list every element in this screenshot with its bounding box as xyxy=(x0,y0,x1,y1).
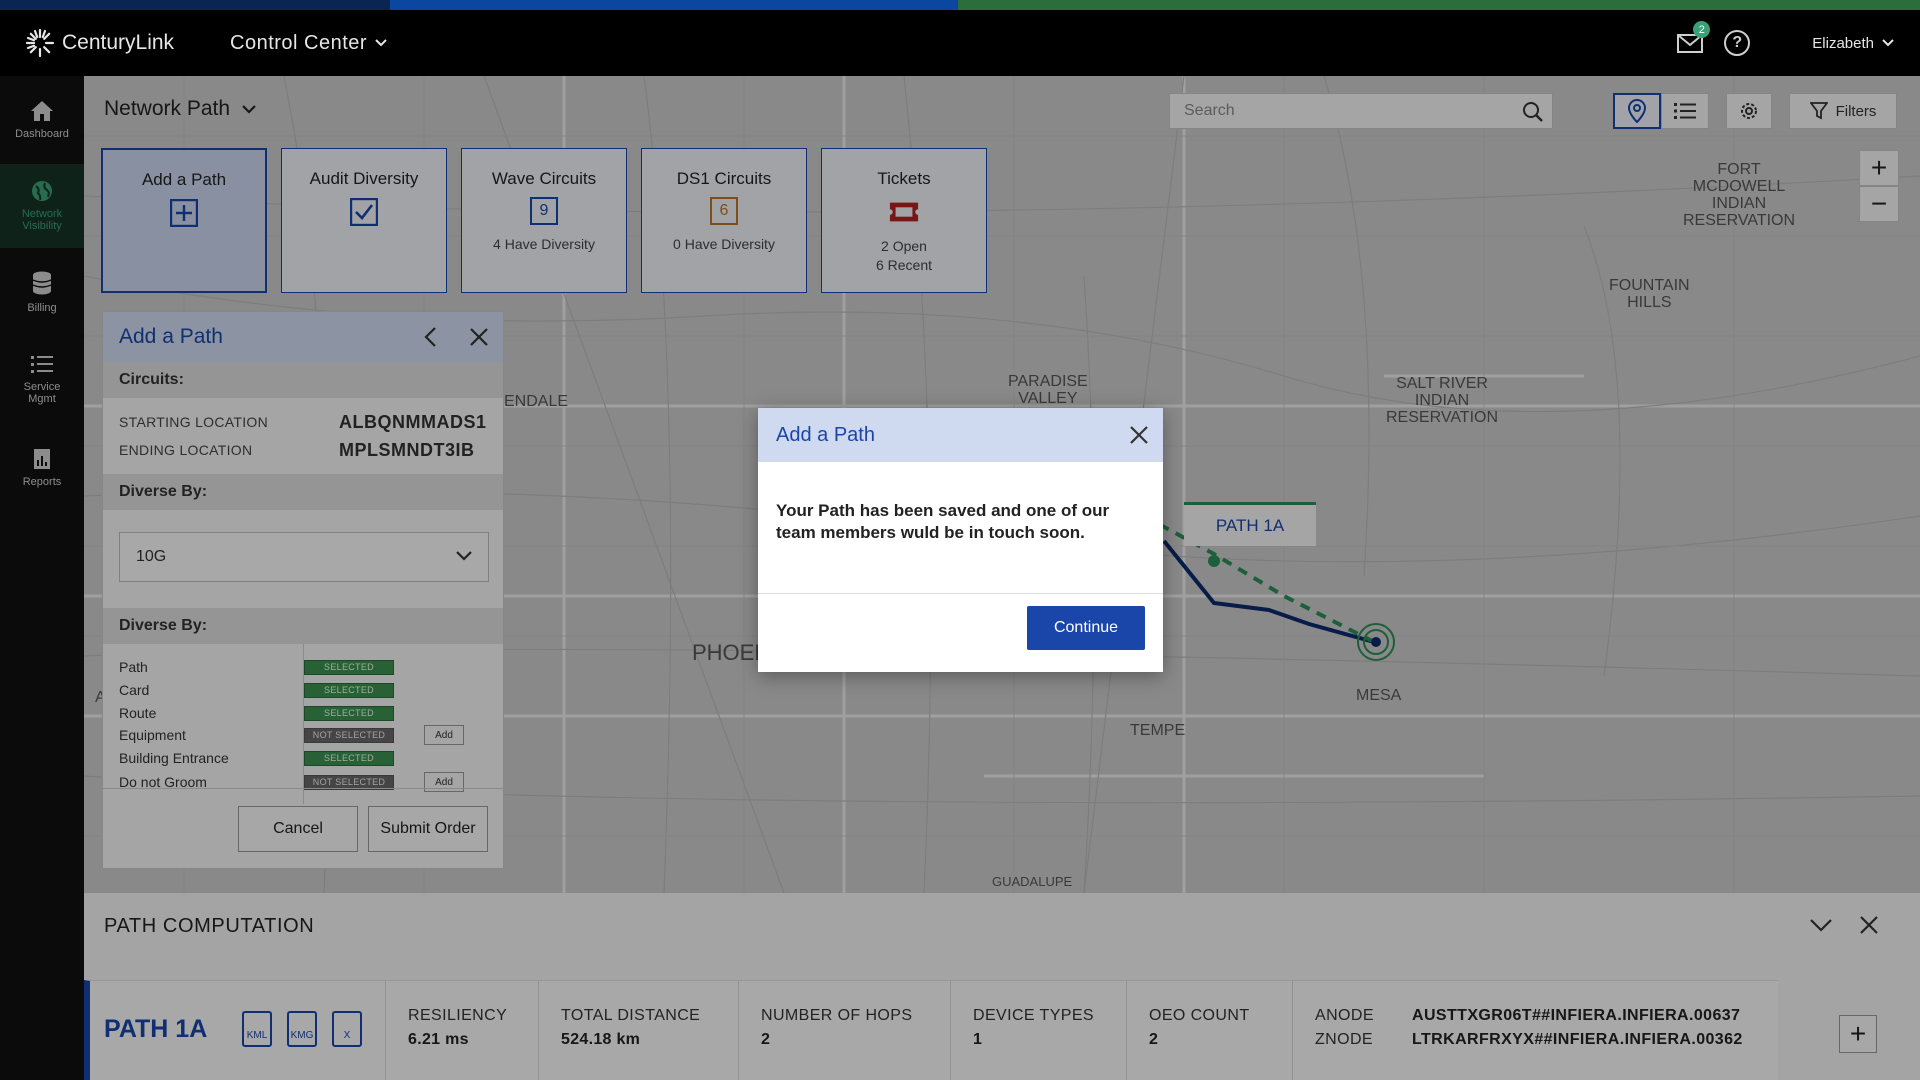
brand-name: CenturyLink xyxy=(62,31,175,54)
stripe-blue xyxy=(390,0,958,10)
chevron-down-icon xyxy=(1882,39,1894,47)
brand-logo[interactable]: CenturyLink xyxy=(24,27,206,59)
chevron-down-icon xyxy=(375,39,387,47)
top-header: CenturyLink Control Center 2 ? Elizabeth xyxy=(0,10,1920,76)
close-icon[interactable] xyxy=(1129,425,1149,445)
modal-header: Add a Path xyxy=(758,408,1163,462)
mail-button[interactable]: 2 xyxy=(1676,21,1711,57)
modal-message: Your Path has been saved and one of our … xyxy=(758,462,1163,594)
stripe-navy xyxy=(0,0,390,10)
mail-count-badge: 2 xyxy=(1693,21,1711,38)
continue-button[interactable]: Continue xyxy=(1027,606,1145,650)
user-menu[interactable]: Elizabeth xyxy=(1812,35,1894,52)
confirmation-modal: Add a Path Your Path has been saved and … xyxy=(758,408,1163,672)
modal-title: Add a Path xyxy=(776,423,875,446)
user-name: Elizabeth xyxy=(1812,34,1874,52)
app-switcher[interactable]: Control Center xyxy=(230,32,387,55)
starburst-logo-icon xyxy=(25,28,55,58)
app-switcher-label: Control Center xyxy=(230,31,368,54)
stripe-green xyxy=(958,0,1920,10)
brand-stripe xyxy=(0,0,1920,10)
header-actions: 2 ? Elizabeth xyxy=(1676,21,1920,57)
help-icon[interactable]: ? xyxy=(1724,30,1751,56)
